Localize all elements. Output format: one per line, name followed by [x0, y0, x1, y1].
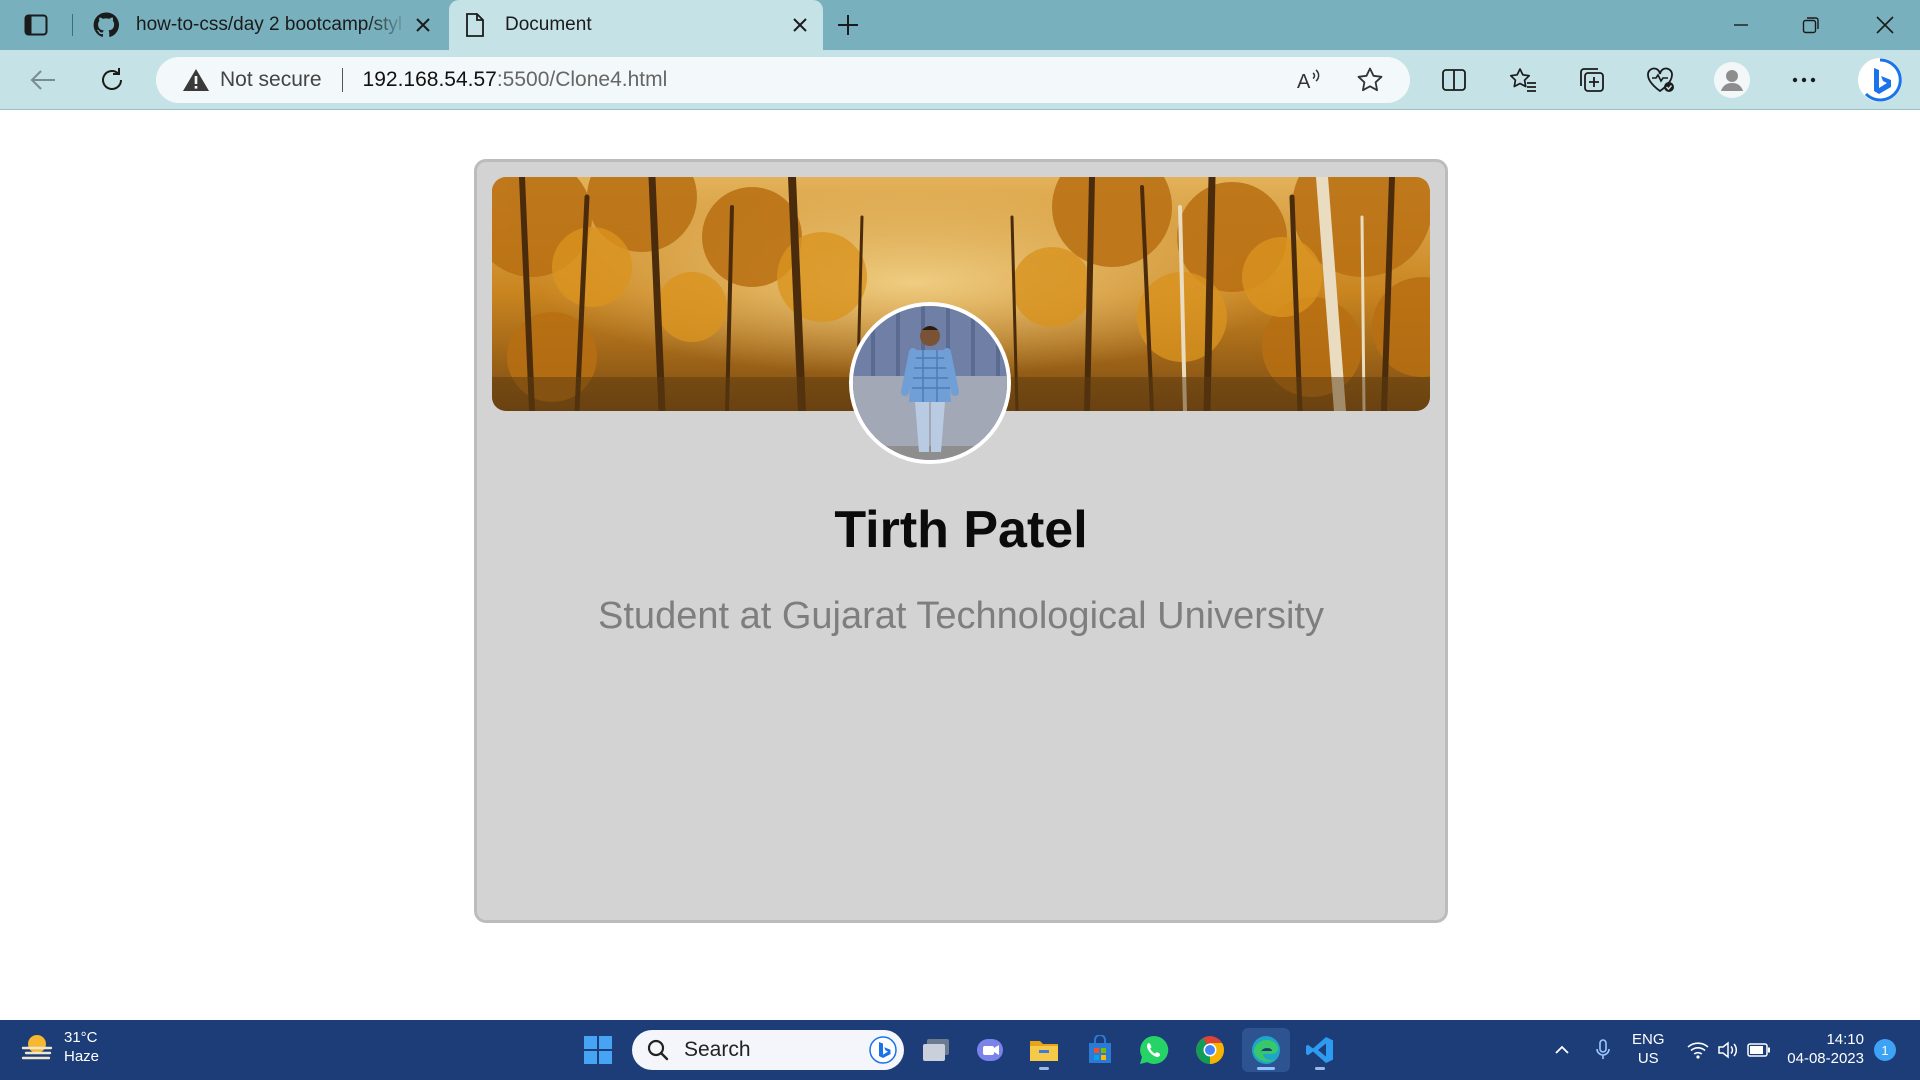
- minimize-icon: [1734, 24, 1748, 26]
- running-indicator: [1039, 1067, 1049, 1070]
- file-explorer-icon[interactable]: [1022, 1028, 1066, 1072]
- refresh-icon: [102, 68, 122, 90]
- split-screen-icon[interactable]: [1434, 60, 1474, 100]
- url-host: 192.168.54.57: [362, 68, 497, 91]
- back-button[interactable]: [21, 58, 65, 102]
- haze-sun-icon: [21, 1035, 53, 1060]
- taskbar: 31°C Haze Search ENG US 14:10 04-08-2023…: [0, 1020, 1920, 1080]
- edge-icon[interactable]: [1242, 1028, 1290, 1072]
- clock-time: 14:10: [1826, 1031, 1864, 1048]
- clock-date: 04-08-2023: [1787, 1050, 1864, 1067]
- url-path: :5500/Clone4.html: [496, 68, 668, 91]
- profile-card: Tirth Patel Student at Gujarat Technolog…: [474, 159, 1448, 923]
- taskbar-search[interactable]: Search: [632, 1030, 904, 1070]
- page-viewport: Tirth Patel Student at Gujarat Technolog…: [0, 111, 1920, 1020]
- tab-document[interactable]: Document: [449, 0, 823, 50]
- avatar-icon: [1714, 62, 1750, 98]
- tab-label: Document: [505, 14, 592, 35]
- restore-button[interactable]: [1776, 0, 1846, 50]
- wifi-icon[interactable]: [1684, 1030, 1712, 1070]
- language-code: ENG: [1632, 1031, 1665, 1048]
- address-divider: [341, 68, 343, 92]
- volume-icon[interactable]: [1714, 1030, 1742, 1070]
- security-label[interactable]: Not secure: [220, 68, 322, 92]
- svg-text:A: A: [1297, 71, 1311, 93]
- search-icon: [646, 1038, 670, 1062]
- plus-icon: [838, 15, 858, 35]
- address-bar[interactable]: Not secure 192.168.54.57:5500/Clone4.htm…: [156, 57, 1410, 103]
- browser-toolbar: Not secure 192.168.54.57:5500/Clone4.htm…: [0, 50, 1920, 110]
- notification-badge[interactable]: 1: [1874, 1039, 1896, 1061]
- more-menu-icon[interactable]: [1784, 60, 1824, 100]
- microphone-icon[interactable]: [1590, 1030, 1616, 1070]
- tab-separator: [72, 14, 73, 36]
- tab-actions-icon[interactable]: [18, 11, 54, 39]
- collections-icon[interactable]: [1572, 60, 1612, 100]
- new-tab-button[interactable]: [832, 9, 864, 41]
- microsoft-store-icon[interactable]: [1078, 1028, 1122, 1072]
- weather-condition: Haze: [64, 1048, 100, 1065]
- battery-icon[interactable]: [1744, 1030, 1774, 1070]
- vscode-icon[interactable]: [1298, 1028, 1342, 1072]
- windows-logo-icon: [584, 1036, 612, 1064]
- running-indicator: [1315, 1067, 1325, 1070]
- close-icon[interactable]: [408, 10, 438, 40]
- weather-temperature: 31°C: [64, 1029, 98, 1046]
- tab-github[interactable]: how-to-css/day 2 bootcamp/styl: [80, 0, 446, 50]
- github-icon: [92, 11, 120, 39]
- chevron-up-icon[interactable]: [1548, 1030, 1576, 1070]
- language-indicator[interactable]: ENG US: [1632, 1030, 1665, 1068]
- read-aloud-icon[interactable]: A: [1294, 64, 1326, 96]
- star-icon[interactable]: [1354, 64, 1386, 96]
- back-arrow-icon: [30, 70, 55, 90]
- tab-label: how-to-css/day 2 bootcamp/styl: [136, 14, 403, 35]
- refresh-button[interactable]: [90, 58, 134, 102]
- profile-name: Tirth Patel: [834, 501, 1088, 559]
- favorites-icon[interactable]: [1503, 60, 1543, 100]
- weather-widget[interactable]: 31°C Haze: [20, 1028, 99, 1066]
- language-region: US: [1637, 1050, 1659, 1067]
- start-button[interactable]: [576, 1028, 620, 1072]
- browser-titlebar: how-to-css/day 2 bootcamp/styl Document: [0, 0, 1920, 50]
- avatar: [849, 302, 1011, 464]
- profile-avatar[interactable]: [1712, 60, 1752, 100]
- close-icon: [1876, 16, 1894, 34]
- warning-icon[interactable]: [182, 66, 210, 94]
- browser-essentials-icon[interactable]: [1640, 60, 1680, 100]
- restore-icon: [1802, 17, 1819, 34]
- whatsapp-icon[interactable]: [1132, 1028, 1176, 1072]
- bing-copilot-icon[interactable]: [1856, 56, 1904, 104]
- chrome-icon[interactable]: [1188, 1028, 1232, 1072]
- document-icon: [461, 11, 489, 39]
- close-icon[interactable]: [785, 10, 815, 40]
- close-window-button[interactable]: [1850, 0, 1920, 50]
- task-view-icon[interactable]: [914, 1028, 958, 1072]
- active-indicator: [1257, 1067, 1275, 1070]
- minimize-button[interactable]: [1706, 0, 1776, 50]
- taskbar-clock[interactable]: 14:10 04-08-2023: [1780, 1030, 1864, 1068]
- search-placeholder: Search: [684, 1038, 751, 1061]
- profile-subtitle: Student at Gujarat Technological Univers…: [598, 595, 1324, 637]
- teams-chat-icon[interactable]: [968, 1028, 1012, 1072]
- bing-icon[interactable]: [868, 1035, 898, 1065]
